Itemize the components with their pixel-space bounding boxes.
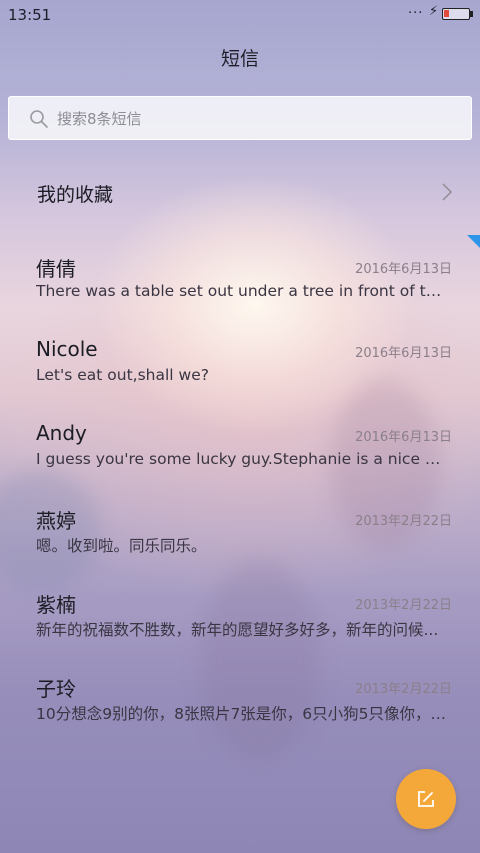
conversation-item[interactable]: 子玲 2013年2月22日 10分想念9别的你，8张照片7张是你，6只小狗5只像… [0, 673, 480, 743]
message-preview: 嗯。收到啦。同乐同乐。 [36, 537, 207, 555]
contact-name: Andy [36, 421, 87, 445]
status-time: 13:51 [8, 6, 52, 24]
search-icon [30, 110, 48, 128]
battery-level-fill [444, 10, 449, 17]
charging-icon: ⚡ [429, 4, 439, 19]
message-preview: Let's eat out,shall we? [36, 366, 209, 384]
page-title: 短信 [220, 48, 259, 70]
contact-name: 燕婷 [36, 509, 76, 533]
conversation-item[interactable]: Andy 2016年6月13日 I guess you're some luck… [0, 421, 480, 491]
message-date: 2016年6月13日 [355, 346, 452, 361]
contact-name: 子玲 [36, 677, 76, 701]
message-preview: 新年的祝福数不胜数，新年的愿望好多好多，新年的问候... [36, 621, 439, 639]
conversation-item[interactable]: 紫楠 2013年2月22日 新年的祝福数不胜数，新年的愿望好多好多，新年的问候.… [0, 589, 480, 659]
search-bar[interactable] [8, 96, 472, 141]
message-preview: There was a table set out under a tree i… [36, 282, 450, 300]
chevron-right-icon [442, 183, 452, 201]
battery-tip [470, 11, 473, 17]
message-date: 2016年6月13日 [355, 262, 452, 277]
conversation-item[interactable]: 倩倩 2016年6月13日 There was a table set out … [0, 253, 480, 323]
contact-name: Nicole [36, 337, 98, 361]
compose-button[interactable] [396, 769, 456, 829]
contact-name: 倩倩 [36, 257, 76, 281]
conversation-item[interactable]: Nicole 2016年6月13日 Let's eat out,shall we… [0, 337, 480, 407]
favorites-label: 我的收藏 [37, 184, 114, 206]
battery-icon [442, 8, 470, 20]
compose-icon [418, 791, 434, 807]
messages-screen: 13:51 ... ⚡ 短信 我的收藏 倩倩 2016年6月13日 There … [0, 0, 480, 853]
search-input[interactable] [55, 97, 459, 141]
status-bar: 13:51 ... ⚡ [0, 0, 480, 30]
signal-dots-icon: ... [408, 2, 424, 17]
message-preview: I guess you're some lucky guy.Stephanie … [36, 450, 450, 468]
message-date: 2016年6月13日 [355, 430, 452, 445]
contact-name: 紫楠 [36, 593, 76, 617]
corner-marker [467, 235, 480, 248]
message-preview: 10分想念9别的你，8张照片7张是你，6只小狗5只像你，4... [36, 705, 450, 723]
message-date: 2013年2月22日 [355, 598, 452, 613]
message-date: 2013年2月22日 [355, 682, 452, 697]
conversation-item[interactable]: 燕婷 2013年2月22日 嗯。收到啦。同乐同乐。 [0, 505, 480, 575]
favorites-row[interactable]: 我的收藏 [0, 168, 480, 216]
message-date: 2013年2月22日 [355, 514, 452, 529]
